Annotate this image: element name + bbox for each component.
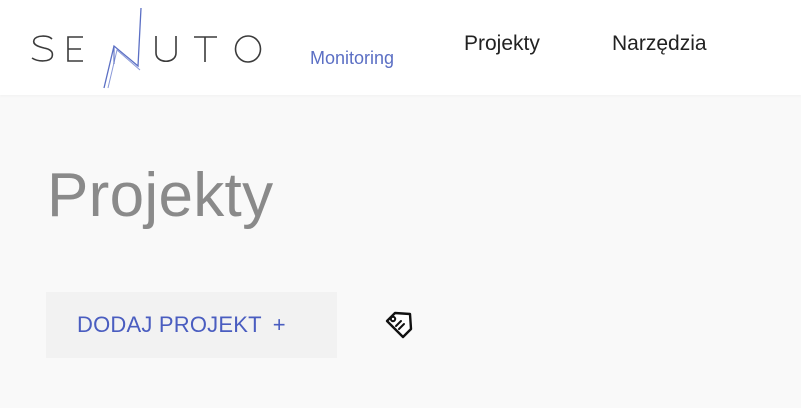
plus-icon: + — [272, 312, 286, 337]
tag-icon[interactable] — [382, 308, 416, 342]
nav-item-tools[interactable]: Narzędzia — [612, 32, 707, 56]
add-project-button[interactable]: DODAJ PROJEKT + — [46, 292, 337, 358]
top-navigation-bar: Monitoring Projekty Narzędzia — [0, 0, 801, 95]
product-label: Monitoring — [310, 48, 395, 68]
senuto-logo[interactable]: Monitoring — [28, 6, 394, 90]
senuto-logo-mark — [31, 7, 262, 89]
add-project-label: DODAJ PROJEKT — [77, 312, 262, 337]
page-title: Projekty — [47, 161, 274, 230]
nav-item-projects[interactable]: Projekty — [464, 32, 540, 56]
